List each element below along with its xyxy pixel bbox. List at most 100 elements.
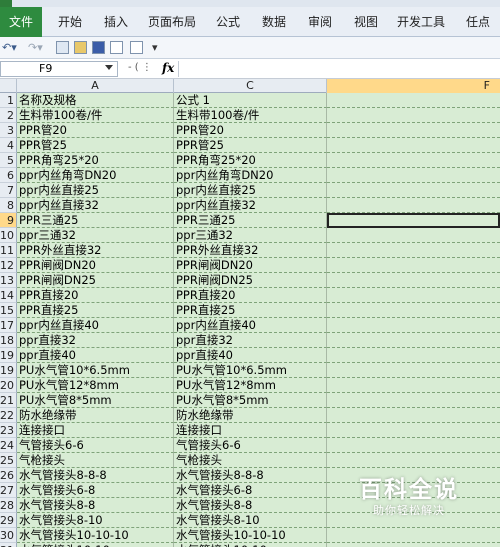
cell-a[interactable]: ppr内丝直接32 [17,198,174,213]
cell-a[interactable]: PU水气管10*6.5mm [17,363,174,378]
cell-f[interactable] [327,333,500,348]
cell-f[interactable] [327,138,500,153]
print-icon[interactable] [130,41,143,54]
cell-c[interactable]: 公式 1 [174,93,327,108]
row-header[interactable]: 4 [0,138,17,153]
cell-f[interactable] [327,393,500,408]
cell-c[interactable]: PPR三通25 [174,213,327,228]
column-header-f[interactable]: F [327,79,500,93]
active-cell-f9[interactable] [327,213,500,228]
row-header[interactable]: 19 [0,348,17,363]
cell-a[interactable]: 连接接口 [17,423,174,438]
cell-c[interactable]: ppr内丝直接32 [174,198,327,213]
cell-a[interactable]: 名称及规格 [17,93,174,108]
tab-formulas[interactable]: 公式 [210,7,246,37]
row-header[interactable]: 30 [0,528,17,543]
cell-f[interactable] [327,93,500,108]
cell-a[interactable]: 水气管接头8-8-8 [17,468,174,483]
tab-more[interactable]: 任点 [458,7,498,37]
cell-c[interactable]: ppr内丝直接40 [174,318,327,333]
cell-a[interactable]: 水气管接头8-10 [17,513,174,528]
print-preview-icon[interactable] [56,41,69,54]
row-header[interactable]: 29 [0,513,17,528]
cell-a[interactable]: 水气管接头10-10 [17,543,174,547]
tab-page-layout[interactable]: 页面布局 [144,7,200,37]
row-header[interactable]: 14 [0,288,17,303]
cell-f[interactable] [327,258,500,273]
tab-data[interactable]: 数据 [256,7,292,37]
cell-a[interactable]: ppr内丝直接25 [17,183,174,198]
cell-f[interactable] [327,228,500,243]
cell-c[interactable]: 水气管接头6-8 [174,483,327,498]
cell-f[interactable] [327,348,500,363]
customize-toolbar-icon[interactable]: ▾ [152,41,158,55]
row-header[interactable]: 8 [0,198,17,213]
cell-f[interactable] [327,423,500,438]
row-header[interactable]: 9 [0,213,17,228]
cell-c[interactable]: 水气管接头8-10 [174,513,327,528]
row-header[interactable]: 18 [0,333,17,348]
cell-a[interactable]: PPR角弯25*20 [17,153,174,168]
cell-f[interactable] [327,108,500,123]
cell-a[interactable]: 水气管接头6-8 [17,483,174,498]
tab-insert[interactable]: 插入 [98,7,134,37]
cell-f[interactable] [327,273,500,288]
cell-c[interactable]: 生料带100卷/件 [174,108,327,123]
cell-c[interactable]: PPR闸阀DN25 [174,273,327,288]
cell-c[interactable]: PPR角弯25*20 [174,153,327,168]
cell-c[interactable]: PPR管25 [174,138,327,153]
row-header[interactable]: 23 [0,423,17,438]
cell-a[interactable]: PPR外丝直接32 [17,243,174,258]
row-header[interactable]: 17 [0,318,17,333]
tab-view[interactable]: 视图 [348,7,384,37]
cell-f[interactable] [327,363,500,378]
cell-f[interactable] [327,438,500,453]
row-header[interactable]: 5 [0,153,17,168]
cell-f[interactable] [327,408,500,423]
cell-f[interactable] [327,378,500,393]
row-header[interactable]: 20 [0,378,17,393]
cell-c[interactable]: PPR直接25 [174,303,327,318]
row-header[interactable]: 22 [0,408,17,423]
cell-c[interactable]: ppr直接32 [174,333,327,348]
select-all-corner[interactable] [0,79,17,93]
cell-a[interactable]: PPR三通25 [17,213,174,228]
cell-c[interactable]: PPR外丝直接32 [174,243,327,258]
cell-a[interactable]: PU水气管8*5mm [17,393,174,408]
new-document-icon[interactable] [110,41,123,54]
column-header-c[interactable]: C [174,79,327,93]
tab-review[interactable]: 审阅 [302,7,338,37]
cell-f[interactable] [327,453,500,468]
cell-f[interactable] [327,318,500,333]
cell-c[interactable]: ppr三通32 [174,228,327,243]
cell-c[interactable]: 气枪接头 [174,453,327,468]
cell-c[interactable]: 水气管接头8-8 [174,498,327,513]
cell-f[interactable] [327,303,500,318]
cell-f[interactable] [327,198,500,213]
cell-a[interactable]: ppr内丝直接40 [17,318,174,333]
cell-f[interactable] [327,123,500,138]
cell-a[interactable]: 气管接头6-6 [17,438,174,453]
insert-function-icon[interactable]: fx [162,61,174,75]
cell-c[interactable]: ppr内丝直接25 [174,183,327,198]
cell-a[interactable]: PPR管20 [17,123,174,138]
cell-a[interactable]: ppr直接40 [17,348,174,363]
cell-c[interactable]: PPR直接20 [174,288,327,303]
row-header[interactable]: 6 [0,168,17,183]
row-header[interactable]: 31 [0,543,17,547]
row-header[interactable]: 11 [0,243,17,258]
cell-a[interactable]: PPR管25 [17,138,174,153]
cell-c[interactable]: PU水气管8*5mm [174,393,327,408]
row-header[interactable]: 24 [0,438,17,453]
row-header[interactable]: 25 [0,453,17,468]
row-header[interactable]: 1 [0,93,17,108]
row-header[interactable]: 21 [0,393,17,408]
row-header[interactable]: 7 [0,183,17,198]
cell-c[interactable]: 连接接口 [174,423,327,438]
cell-c[interactable]: 水气管接头10-10 [174,543,327,547]
cell-c[interactable]: ppr内丝角弯DN20 [174,168,327,183]
row-header[interactable]: 12 [0,258,17,273]
cell-c[interactable]: 水气管接头10-10-10 [174,528,327,543]
cell-a[interactable]: ppr直接32 [17,333,174,348]
cell-c[interactable]: PU水气管12*8mm [174,378,327,393]
